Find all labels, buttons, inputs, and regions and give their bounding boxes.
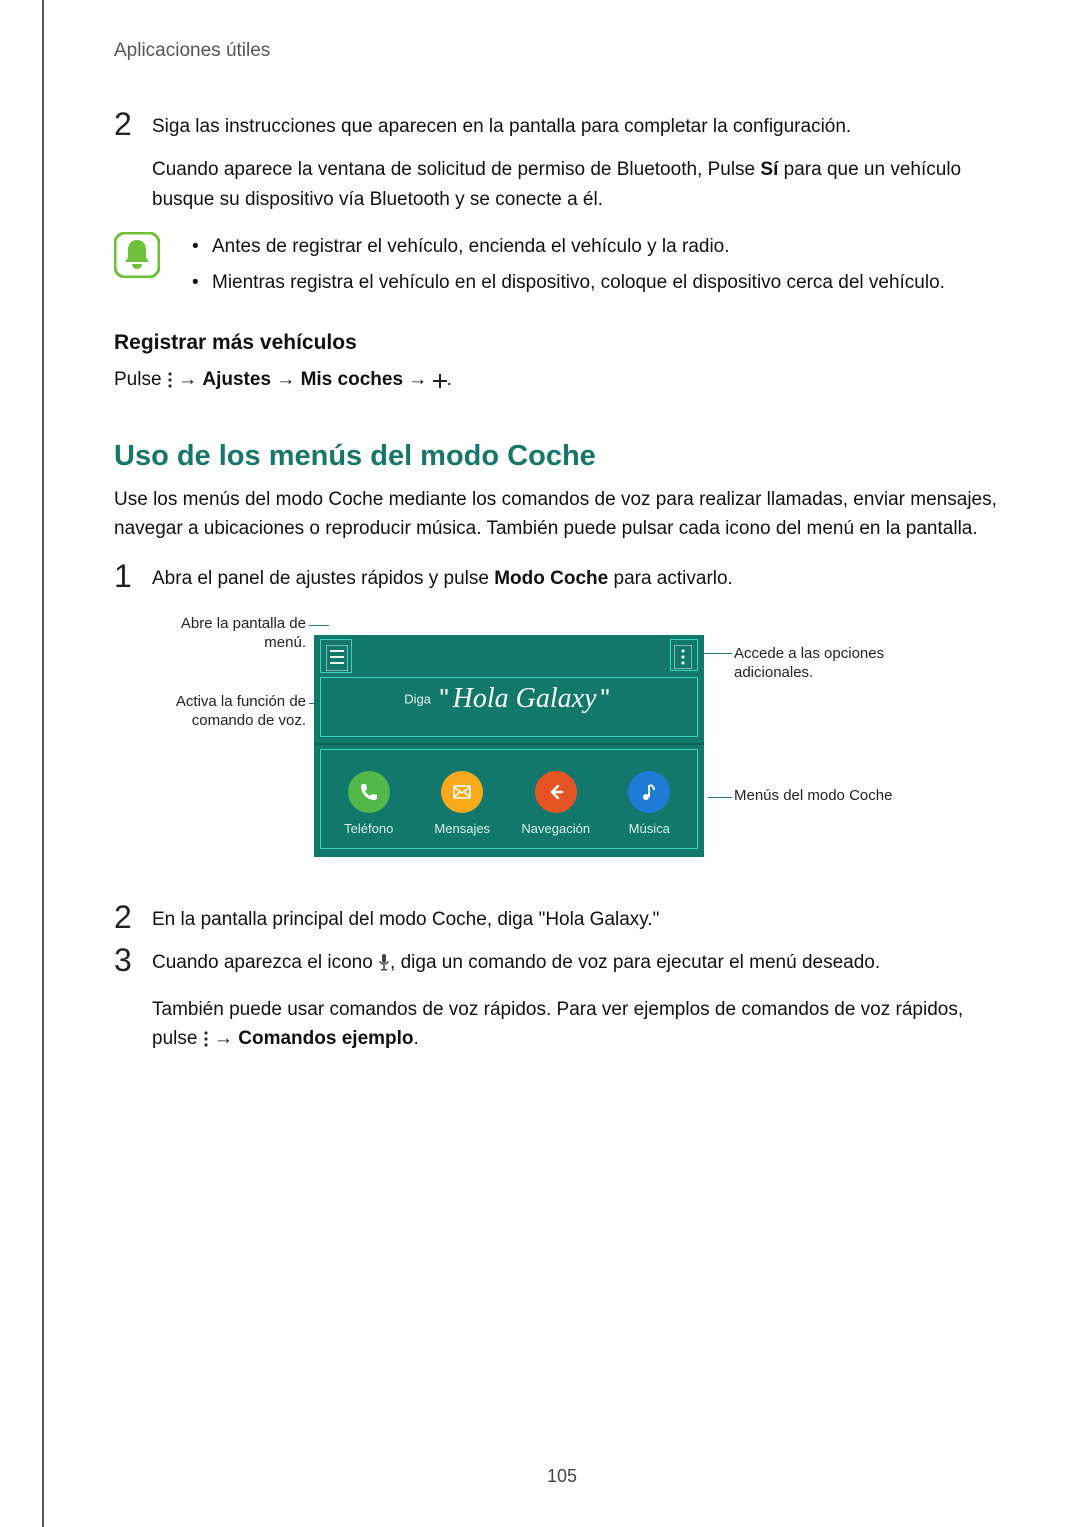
hamburger-icon[interactable] [326, 645, 348, 676]
nav-icon [535, 771, 577, 813]
s3-b: , diga un comando de voz para ejecutar e… [390, 952, 880, 973]
callout-voice: Activa la función de comando de voz. [126, 693, 306, 731]
callout-options: Accede a las opciones adicionales. [734, 645, 924, 683]
mis-coches-label: Mis coches [301, 369, 403, 390]
page-header: Aplicaciones útiles [114, 40, 1010, 62]
more-vert-icon [203, 1027, 209, 1056]
period: . [447, 369, 452, 390]
notification-icon [114, 232, 160, 278]
s1-a: Abra el panel de ajustes rápidos y pulse [152, 568, 494, 589]
hola-galaxy: Hola Galaxy [453, 683, 597, 715]
step-1b-row: 1 Abra el panel de ajustes rápidos y pul… [114, 564, 1010, 593]
car-mode-screen: Diga "Hola Galaxy" Teléfono Mensajes [314, 635, 704, 855]
step-number: 3 [114, 944, 152, 976]
s1-bold: Modo Coche [494, 568, 608, 589]
music-label: Música [629, 821, 670, 836]
step-number: 1 [114, 560, 152, 592]
pulse-label: Pulse [114, 369, 167, 390]
para-a: Cuando aparece la ventana de solicitud d… [152, 159, 760, 180]
note-block: • Antes de registrar el vehículo, encien… [114, 232, 1010, 303]
step-2b-row: 2 En la pantalla principal del modo Coch… [114, 905, 1010, 934]
diga-label: Diga [404, 691, 431, 706]
register-body: Pulse → Ajustes → Mis coches → . [114, 365, 1010, 397]
messages-button[interactable]: Mensajes [418, 771, 506, 836]
nav-label: Navegación [521, 821, 590, 836]
music-icon [628, 771, 670, 813]
figure: Abre la pantalla de menú. Activa la func… [114, 615, 1010, 875]
section-heading: Uso de los menús del modo Coche [114, 440, 1010, 473]
register-heading: Registrar más vehículos [114, 331, 1010, 355]
voice-prompt[interactable]: Diga "Hola Galaxy" [314, 683, 704, 715]
bullet-dot: • [192, 268, 212, 297]
step-number: 2 [114, 108, 152, 140]
more-options-icon[interactable] [674, 645, 692, 674]
more-vert-icon [167, 368, 173, 397]
message-icon [441, 771, 483, 813]
step-number: 2 [114, 901, 152, 933]
step-3-row: 3 Cuando aparezca el icono , diga un com… [114, 948, 1010, 1056]
ajustes-label: Ajustes [202, 369, 271, 390]
s1-b: para activarlo. [608, 568, 733, 589]
note-1: Antes de registrar el vehículo, encienda… [212, 232, 730, 261]
screen-top: Diga "Hola Galaxy" [314, 635, 704, 745]
s3-a: Cuando aparezca el icono [152, 952, 378, 973]
para-bold: Sí [760, 159, 778, 180]
s3-d: . [414, 1028, 419, 1049]
note-2: Mientras registra el vehículo en el disp… [212, 268, 945, 297]
plus-icon [433, 368, 447, 397]
page-number: 105 [44, 1466, 1080, 1487]
step-text: Siga las instrucciones que aparecen en l… [152, 116, 851, 137]
music-button[interactable]: Música [605, 771, 693, 836]
section-body: Use los menús del modo Coche mediante lo… [114, 485, 1010, 544]
step-body: Cuando aparezca el icono , diga un coman… [152, 948, 1010, 1056]
callout-menu: Abre la pantalla de menú. [156, 615, 306, 653]
msg-label: Mensajes [434, 821, 490, 836]
navigation-button[interactable]: Navegación [512, 771, 600, 836]
s3-bold: Comandos ejemplo [238, 1028, 413, 1049]
phone-label: Teléfono [344, 821, 393, 836]
step-2-row: 2 Siga las instrucciones que aparecen en… [114, 112, 1010, 214]
step-body: Abra el panel de ajustes rápidos y pulse… [152, 564, 1010, 593]
phone-icon [348, 771, 390, 813]
bullet-dot: • [192, 232, 212, 261]
phone-button[interactable]: Teléfono [325, 771, 413, 836]
microphone-icon [378, 951, 390, 980]
screen-bottom: Teléfono Mensajes Navegación [314, 745, 704, 857]
step-body: En la pantalla principal del modo Coche,… [152, 905, 1010, 934]
step-body: Siga las instrucciones que aparecen en l… [152, 112, 1010, 214]
callout-menus: Menús del modo Coche [734, 787, 894, 806]
